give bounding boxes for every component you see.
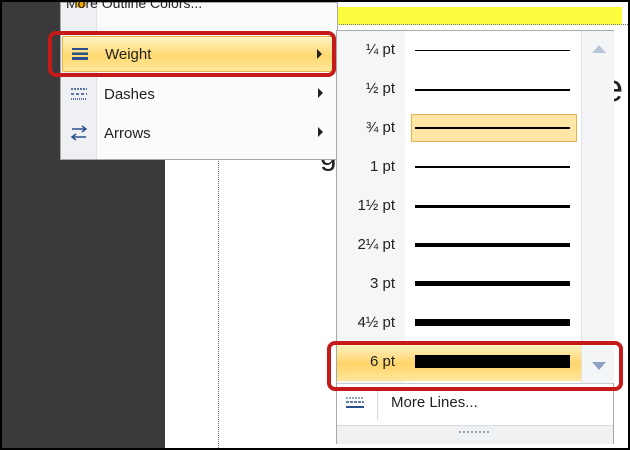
weight-option-label: ¼ pt <box>365 41 395 58</box>
screenshot-frame: e g More Outline Colors... Weight Dashes… <box>0 0 630 450</box>
weight-option[interactable]: ½ pt <box>337 71 581 108</box>
weight-line-preview <box>415 281 570 286</box>
weight-option[interactable]: 4½ pt <box>337 305 581 342</box>
weight-line-preview <box>415 127 570 129</box>
resize-grip[interactable] <box>337 425 613 444</box>
weight-option-label: 1½ pt <box>357 197 395 214</box>
annotation-highlight-weight <box>48 31 336 77</box>
weight-option-label: 1 pt <box>369 158 395 175</box>
selected-shape-edge <box>332 7 622 25</box>
icon-divider <box>377 390 378 420</box>
weight-line-preview <box>415 243 570 247</box>
menu-item-dashes[interactable]: Dashes <box>62 76 336 112</box>
more-lines-label: More Lines... <box>391 394 478 411</box>
submenu-arrow-icon <box>318 88 323 98</box>
weight-option-label: 3 pt <box>369 275 395 292</box>
weight-line-preview <box>415 319 570 326</box>
gallery-scrollbar[interactable] <box>581 31 614 383</box>
menu-item-label: Arrows <box>104 124 151 142</box>
weight-option-label: ½ pt <box>365 80 395 97</box>
guide-line-horizontal <box>337 24 628 25</box>
weight-line-preview <box>415 166 570 168</box>
weight-option[interactable]: 3 pt <box>337 266 581 303</box>
line-style-icon <box>345 396 365 415</box>
weight-option[interactable]: ¼ pt <box>337 32 581 69</box>
weight-option-label: ¾ pt <box>365 119 395 136</box>
submenu-arrow-icon <box>318 127 323 137</box>
arrows-icon <box>62 125 96 141</box>
weight-option-selected[interactable]: ¾ pt <box>337 110 581 147</box>
menu-item-label: Dashes <box>104 85 155 103</box>
annotation-highlight-6pt <box>327 341 623 391</box>
weight-option[interactable]: 1½ pt <box>337 188 581 225</box>
weight-option[interactable]: 2¼ pt <box>337 227 581 264</box>
weight-option[interactable]: 1 pt <box>337 149 581 186</box>
weight-option-label: 2¼ pt <box>357 236 395 253</box>
weight-line-preview <box>415 89 570 91</box>
weight-line-preview <box>415 50 570 51</box>
menu-item-more-outline-colors[interactable]: More Outline Colors... <box>66 2 202 11</box>
dashes-icon <box>62 87 96 101</box>
menu-item-arrows[interactable]: Arrows <box>62 115 336 151</box>
weight-option-label: 4½ pt <box>357 314 395 331</box>
scroll-up-icon[interactable] <box>592 45 606 53</box>
grip-dots-icon <box>459 431 489 437</box>
weight-line-preview <box>415 205 570 208</box>
